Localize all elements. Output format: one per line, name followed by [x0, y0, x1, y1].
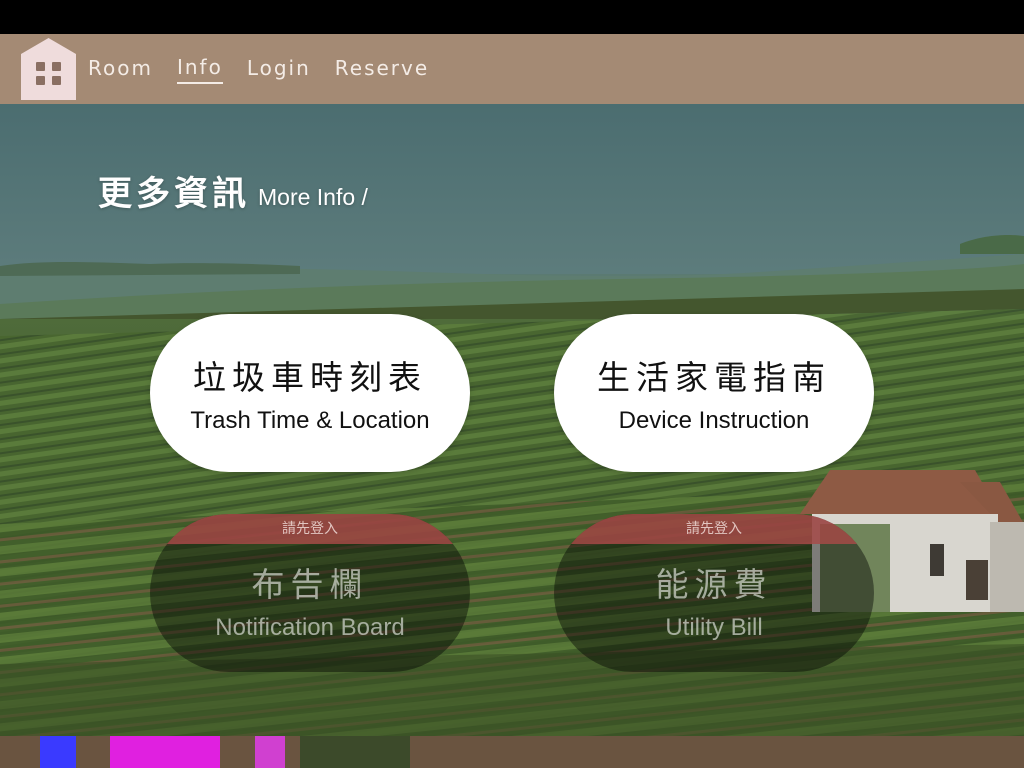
card-title-en: Device Instruction [618, 407, 810, 434]
login-required-badge: 請先登入 [554, 514, 874, 544]
nav-link-room[interactable]: Room [88, 56, 153, 83]
nav-link-info[interactable]: Info [176, 55, 223, 84]
render-artifact [110, 736, 220, 768]
card-title-zh: 能源費 [655, 565, 773, 604]
nav-links: Room Info Login Reserve [88, 34, 453, 104]
trash-schedule-button[interactable]: 垃圾車時刻表 Trash Time & Location [150, 314, 470, 472]
card-title-en: Notification Board [215, 614, 405, 641]
card-title-zh: 生活家電指南 [597, 358, 831, 397]
card-title-en: Utility Bill [665, 614, 763, 641]
device-instruction-button[interactable]: 生活家電指南 Device Instruction [554, 314, 874, 472]
house-icon[interactable] [21, 38, 76, 100]
navbar: Room Info Login Reserve [0, 34, 1024, 104]
login-required-badge: 請先登入 [150, 514, 470, 544]
utility-bill-button[interactable]: 請先登入 能源費 Utility Bill [554, 514, 874, 672]
top-strip [0, 0, 1024, 34]
render-artifact [40, 736, 76, 768]
page-heading: 更多資訊 More Info / [98, 166, 368, 215]
render-artifact [255, 736, 285, 768]
card-title-zh: 布告欄 [251, 565, 369, 604]
page: Room Info Login Reserve 更多資訊 More Info /… [0, 0, 1024, 768]
render-artifact [300, 736, 410, 768]
nav-link-login[interactable]: Login [247, 56, 311, 83]
nav-link-reserve[interactable]: Reserve [335, 56, 429, 83]
card-title-en: Trash Time & Location [190, 407, 430, 434]
card-title-zh: 垃圾車時刻表 [193, 358, 427, 397]
notification-board-button[interactable]: 請先登入 布告欄 Notification Board [150, 514, 470, 672]
page-title-zh: 更多資訊 [98, 174, 250, 214]
page-title-en: More Info / [258, 184, 368, 210]
